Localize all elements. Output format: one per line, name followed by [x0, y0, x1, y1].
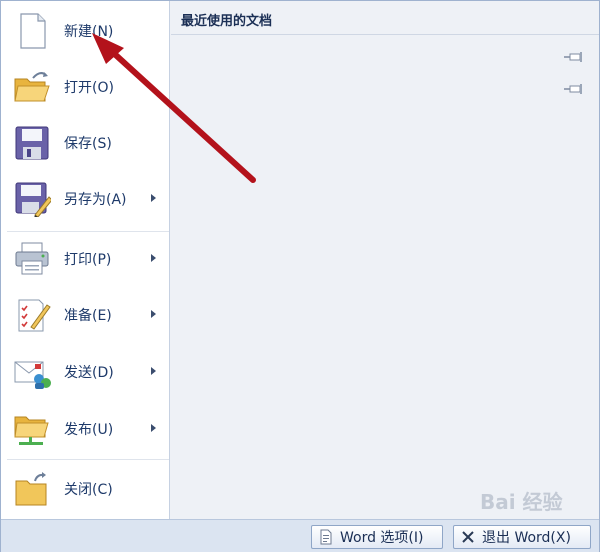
menu-item-save-as[interactable]: 另存为(A) — [1, 173, 169, 225]
recent-title-divider — [171, 34, 599, 35]
office-menu-commands: 新建(N) 打开(O) 保存(S) 另存为(A) 打印(P) 准备(E) 发送(… — [1, 1, 170, 519]
watermark-logo: Bai 经验 — [480, 490, 563, 514]
menu-item-publish-label: 发布(U) — [64, 422, 114, 438]
exit-word-label: 退出 Word(X) — [482, 530, 571, 546]
printer-icon — [15, 242, 49, 275]
submenu-arrow-icon — [151, 424, 156, 432]
exit-word-button[interactable]: 退出 Word(X) — [453, 525, 591, 549]
close-x-icon — [462, 531, 474, 543]
menu-divider — [7, 459, 169, 460]
publish-folder-icon — [14, 416, 49, 445]
send-mail-icon — [14, 361, 51, 389]
menu-item-close[interactable]: 关闭(C) — [1, 463, 169, 515]
submenu-arrow-icon — [151, 367, 156, 375]
menu-item-open-label: 打开(O) — [64, 80, 114, 96]
menu-item-new[interactable]: 新建(N) — [1, 5, 169, 57]
menu-divider — [7, 231, 169, 232]
menu-item-save[interactable]: 保存(S) — [1, 117, 169, 169]
recent-documents-pane: 最近使用的文档 — [171, 1, 599, 519]
submenu-arrow-icon — [151, 194, 156, 202]
new-document-icon — [20, 13, 46, 49]
close-folder-icon — [15, 472, 47, 506]
menu-item-send[interactable]: 发送(D) — [1, 346, 169, 398]
submenu-arrow-icon — [151, 310, 156, 318]
menu-item-save-as-label: 另存为(A) — [64, 192, 127, 208]
menu-item-new-label: 新建(N) — [64, 24, 114, 40]
word-options-label: Word 选项(I) — [340, 530, 424, 546]
menu-item-print[interactable]: 打印(P) — [1, 233, 169, 285]
menu-item-send-label: 发送(D) — [64, 365, 114, 381]
menu-item-publish[interactable]: 发布(U) — [1, 403, 169, 455]
menu-item-open[interactable]: 打开(O) — [1, 61, 169, 113]
office-menu-window: 新建(N) 打开(O) 保存(S) 另存为(A) 打印(P) 准备(E) 发送(… — [0, 0, 600, 552]
menu-item-prepare-label: 准备(E) — [64, 308, 112, 324]
submenu-arrow-icon — [151, 254, 156, 262]
recent-documents-title: 最近使用的文档 — [181, 14, 273, 29]
open-folder-icon — [14, 72, 50, 102]
menu-item-prepare[interactable]: 准备(E) — [1, 289, 169, 341]
options-document-icon — [320, 529, 332, 545]
save-disk-icon — [15, 126, 49, 160]
office-menu-footer: Word 选项(I) 退出 Word(X) — [1, 519, 599, 552]
menu-item-print-label: 打印(P) — [64, 252, 112, 268]
word-options-button[interactable]: Word 选项(I) — [311, 525, 443, 549]
menu-item-close-label: 关闭(C) — [64, 482, 113, 498]
save-as-icon — [15, 182, 51, 217]
prepare-checklist-icon — [18, 299, 51, 332]
menu-item-save-label: 保存(S) — [64, 136, 112, 152]
pin-icon[interactable] — [563, 83, 585, 95]
pin-icon[interactable] — [563, 51, 585, 63]
